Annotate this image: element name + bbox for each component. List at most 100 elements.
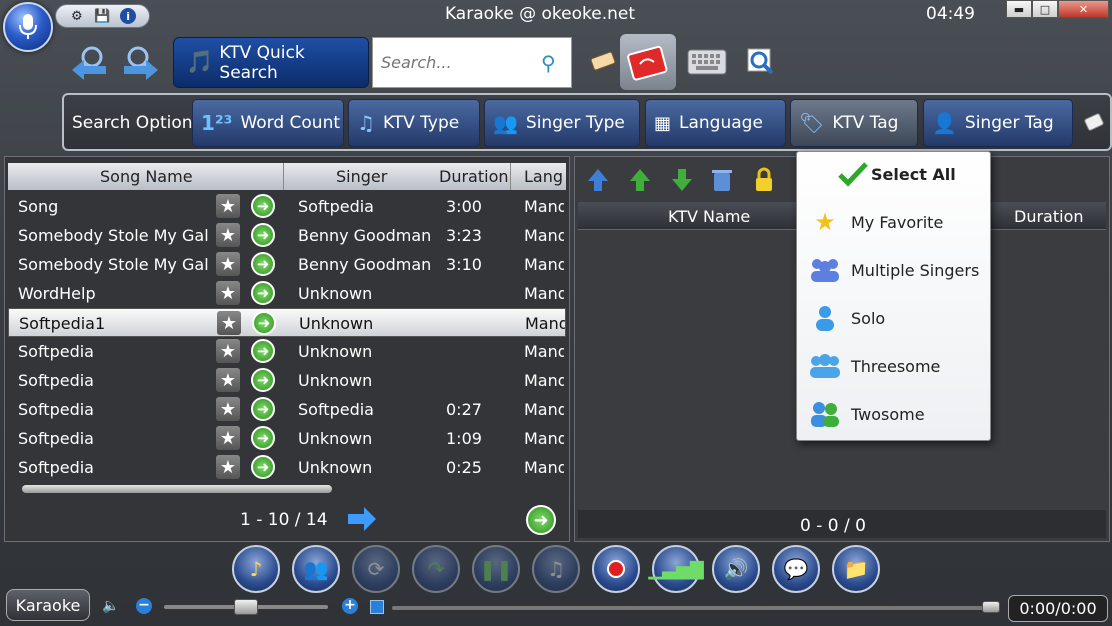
table-row[interactable]: WordHelp ★ ➜ Unknown Mand	[8, 279, 566, 308]
favorite-star-icon[interactable]: ★	[216, 426, 240, 450]
volume-up-icon[interactable]: +	[342, 598, 358, 614]
add-song-go-icon[interactable]: ➜	[251, 368, 275, 392]
word-count-button[interactable]: 1²³ Word Count	[192, 99, 344, 147]
volume-down-icon[interactable]: −	[136, 598, 152, 614]
table-row[interactable]: Softpedia ★ ➜ Unknown Mand	[8, 337, 566, 366]
table-row[interactable]: Softpedia ★ ➜ Unknown 0:25 Mand	[8, 453, 566, 482]
song-name-cell: Softpedia	[18, 400, 94, 419]
add-song-go-icon[interactable]: ➜	[251, 252, 275, 276]
singer-cell: Benny Goodman	[298, 226, 432, 245]
add-song-go-icon[interactable]: ➜	[251, 281, 275, 305]
favorite-star-icon[interactable]: ★	[216, 194, 240, 218]
table-row[interactable]: Softpedia1 ★ ➜ Unknown Mand	[8, 308, 566, 337]
grid-view-icon[interactable]	[370, 600, 384, 614]
dd-item-my-favorite[interactable]: ★ My Favorite	[809, 202, 943, 242]
microphone-orb-icon[interactable]	[3, 2, 53, 52]
table-row[interactable]: Song ★ ➜ Softpedia 3:00 Mand	[8, 192, 566, 221]
next-page-arrow-icon[interactable]	[346, 505, 378, 537]
close-button[interactable]: ✕	[1058, 0, 1109, 18]
record-button[interactable]	[592, 545, 640, 593]
add-song-go-icon[interactable]: ➜	[251, 455, 275, 479]
message-button[interactable]: 💬	[772, 545, 820, 593]
col-singer[interactable]: Singer	[336, 167, 387, 186]
move-top-icon[interactable]	[584, 165, 612, 195]
back-arrow-icon[interactable]	[66, 42, 110, 86]
duration-cell: 3:00	[446, 197, 482, 216]
clear-eraser-icon[interactable]	[1082, 108, 1106, 138]
horizontal-scrollbar[interactable]	[10, 484, 564, 494]
dd-item-threesome[interactable]: Threesome	[809, 346, 940, 386]
ktv-quick-search-button[interactable]: 🎵 KTV Quick Search	[173, 37, 369, 88]
progress-thumb[interactable]	[982, 601, 1000, 613]
singer-cell: Benny Goodman	[298, 255, 432, 274]
maximize-button[interactable]: □	[1032, 0, 1058, 18]
language-button[interactable]: ▦ Language	[645, 99, 786, 147]
skip-button[interactable]: ↷	[412, 545, 460, 593]
solo-singer-icon	[809, 302, 841, 334]
col-playlist-duration[interactable]: Duration	[1014, 207, 1084, 226]
favorite-star-icon[interactable]: ★	[216, 368, 240, 392]
add-all-go-icon[interactable]: ➜	[526, 505, 556, 535]
singer-tag-button[interactable]: 👤 Singer Tag	[923, 99, 1073, 147]
handwriting-tablet-icon[interactable]	[620, 34, 676, 90]
singer-type-button[interactable]: 👥 Singer Type	[484, 99, 640, 147]
add-song-go-icon[interactable]: ➜	[251, 194, 275, 218]
star-icon: ★	[814, 208, 836, 236]
media-folder-button[interactable]: 📁	[832, 545, 880, 593]
favorite-star-icon[interactable]: ★	[216, 281, 240, 305]
singer-cell: Unknown	[298, 284, 373, 303]
dd-item-solo[interactable]: Solo	[809, 298, 885, 338]
zoom-icon[interactable]	[736, 37, 786, 87]
favorite-star-icon[interactable]: ★	[216, 397, 240, 421]
keyboard-icon[interactable]	[682, 37, 732, 87]
table-row[interactable]: Somebody Stole My Gal ★ ➜ Benny Goodman 3:23…	[8, 221, 566, 250]
add-song-go-icon[interactable]: ➜	[251, 397, 275, 421]
add-song-go-icon[interactable]: ➜	[251, 223, 275, 247]
forward-arrow-icon[interactable]	[120, 42, 164, 86]
table-row[interactable]: Softpedia ★ ➜ Unknown Mand	[8, 366, 566, 395]
scrollbar-thumb[interactable]	[22, 485, 332, 493]
favorite-star-icon[interactable]: ★	[216, 339, 240, 363]
singer-tag-label: Singer Tag	[964, 113, 1054, 133]
dd-item-multiple-singers[interactable]: Multiple Singers	[809, 250, 979, 290]
pause-button[interactable]: ❚❚	[472, 545, 520, 593]
col-lang[interactable]: Lang	[524, 167, 563, 186]
table-row[interactable]: Softpedia ★ ➜ Softpedia 0:27 Mand	[8, 395, 566, 424]
volume-slider-thumb[interactable]	[234, 599, 258, 615]
table-row[interactable]: Softpedia ★ ➜ Unknown 1:09 Mand	[8, 424, 566, 453]
table-row[interactable]: Somebody Stole My Gal ★ ➜ Benny Goodman 3:10…	[8, 250, 566, 279]
col-duration[interactable]: Duration	[439, 167, 509, 186]
add-song-go-icon[interactable]: ➜	[252, 311, 276, 335]
add-song-go-icon[interactable]: ➜	[251, 339, 275, 363]
col-ktv-name[interactable]: KTV Name	[668, 207, 750, 226]
karaoke-button[interactable]: Karaoke	[6, 589, 90, 621]
volume-speaker-icon[interactable]: 🔈	[102, 598, 119, 614]
favorite-star-icon[interactable]: ★	[216, 223, 240, 247]
search-input[interactable]	[381, 53, 541, 72]
progress-track[interactable]	[392, 606, 996, 610]
col-song-name[interactable]: Song Name	[100, 167, 193, 186]
equalizer-button[interactable]: ▁▃▅▇	[648, 545, 704, 593]
pause-icon: ❚❚	[479, 557, 513, 581]
move-down-icon[interactable]	[668, 165, 696, 195]
move-up-icon[interactable]	[626, 165, 654, 195]
singer-tag-icon: 👤	[932, 111, 957, 135]
repeat-button[interactable]: ⟳	[352, 545, 400, 593]
favorite-star-icon[interactable]: ★	[217, 311, 241, 335]
dd-item-twosome[interactable]: Twosome	[809, 394, 925, 434]
song-name-cell: Softpedia	[18, 371, 94, 390]
minimize-button[interactable]: ▬	[1006, 0, 1032, 18]
trash-icon[interactable]	[708, 165, 736, 195]
search-icon[interactable]: ⚲	[541, 51, 556, 75]
favorite-star-icon[interactable]: ★	[216, 252, 240, 276]
favorite-star-icon[interactable]: ★	[216, 455, 240, 479]
speaker-button[interactable]: 🔊	[712, 545, 760, 593]
singers-button[interactable]: 👥	[292, 545, 340, 593]
ktv-type-button[interactable]: ♫ KTV Type	[348, 99, 480, 147]
lock-icon[interactable]	[750, 165, 778, 195]
add-song-go-icon[interactable]: ➜	[251, 426, 275, 450]
select-all-item[interactable]: Select All	[837, 154, 956, 194]
music-library-button[interactable]: ♪	[232, 545, 280, 593]
ktv-tag-button[interactable]: 🏷 KTV Tag	[790, 99, 918, 147]
vocal-button[interactable]: ♫	[532, 545, 580, 593]
